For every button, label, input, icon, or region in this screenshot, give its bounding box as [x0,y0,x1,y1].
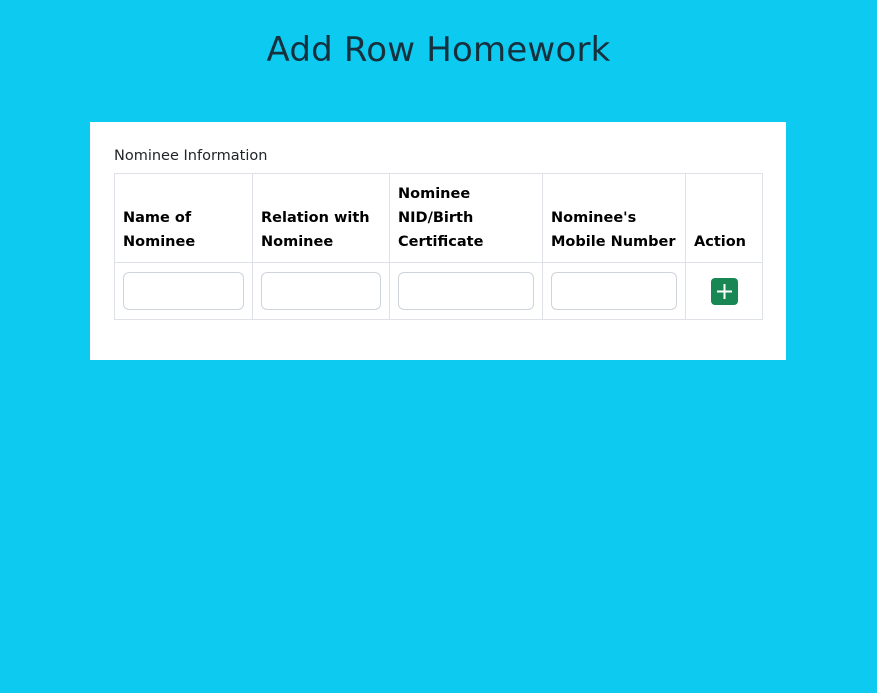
nominee-card: Nominee Information Name of Nominee Rela… [90,122,786,360]
table-row [114,262,763,320]
nominee-mobile-input[interactable] [551,272,677,310]
column-header-relation: Relation with Nominee [252,173,390,263]
relation-cell [252,262,390,320]
column-header-mobile: Nominee's Mobile Number [542,173,686,263]
mobile-cell [542,262,686,320]
action-cell [685,262,763,320]
nid-cell [389,262,543,320]
plus-icon [716,283,732,299]
section-label: Nominee Information [114,148,268,164]
nominee-nid-input[interactable] [398,272,534,310]
add-row-button[interactable] [710,277,738,305]
nominee-name-input[interactable] [123,272,244,310]
column-header-name: Name of Nominee [114,173,253,263]
table-header-row: Name of Nominee Relation with Nominee No… [114,173,763,263]
column-header-action: Action [685,173,763,263]
page-title: Add Row Homework [266,30,611,70]
nominee-relation-input[interactable] [261,272,381,310]
nominee-table: Name of Nominee Relation with Nominee No… [114,173,763,320]
column-header-nid: Nominee NID/Birth Certificate [389,173,543,263]
name-cell [114,262,253,320]
